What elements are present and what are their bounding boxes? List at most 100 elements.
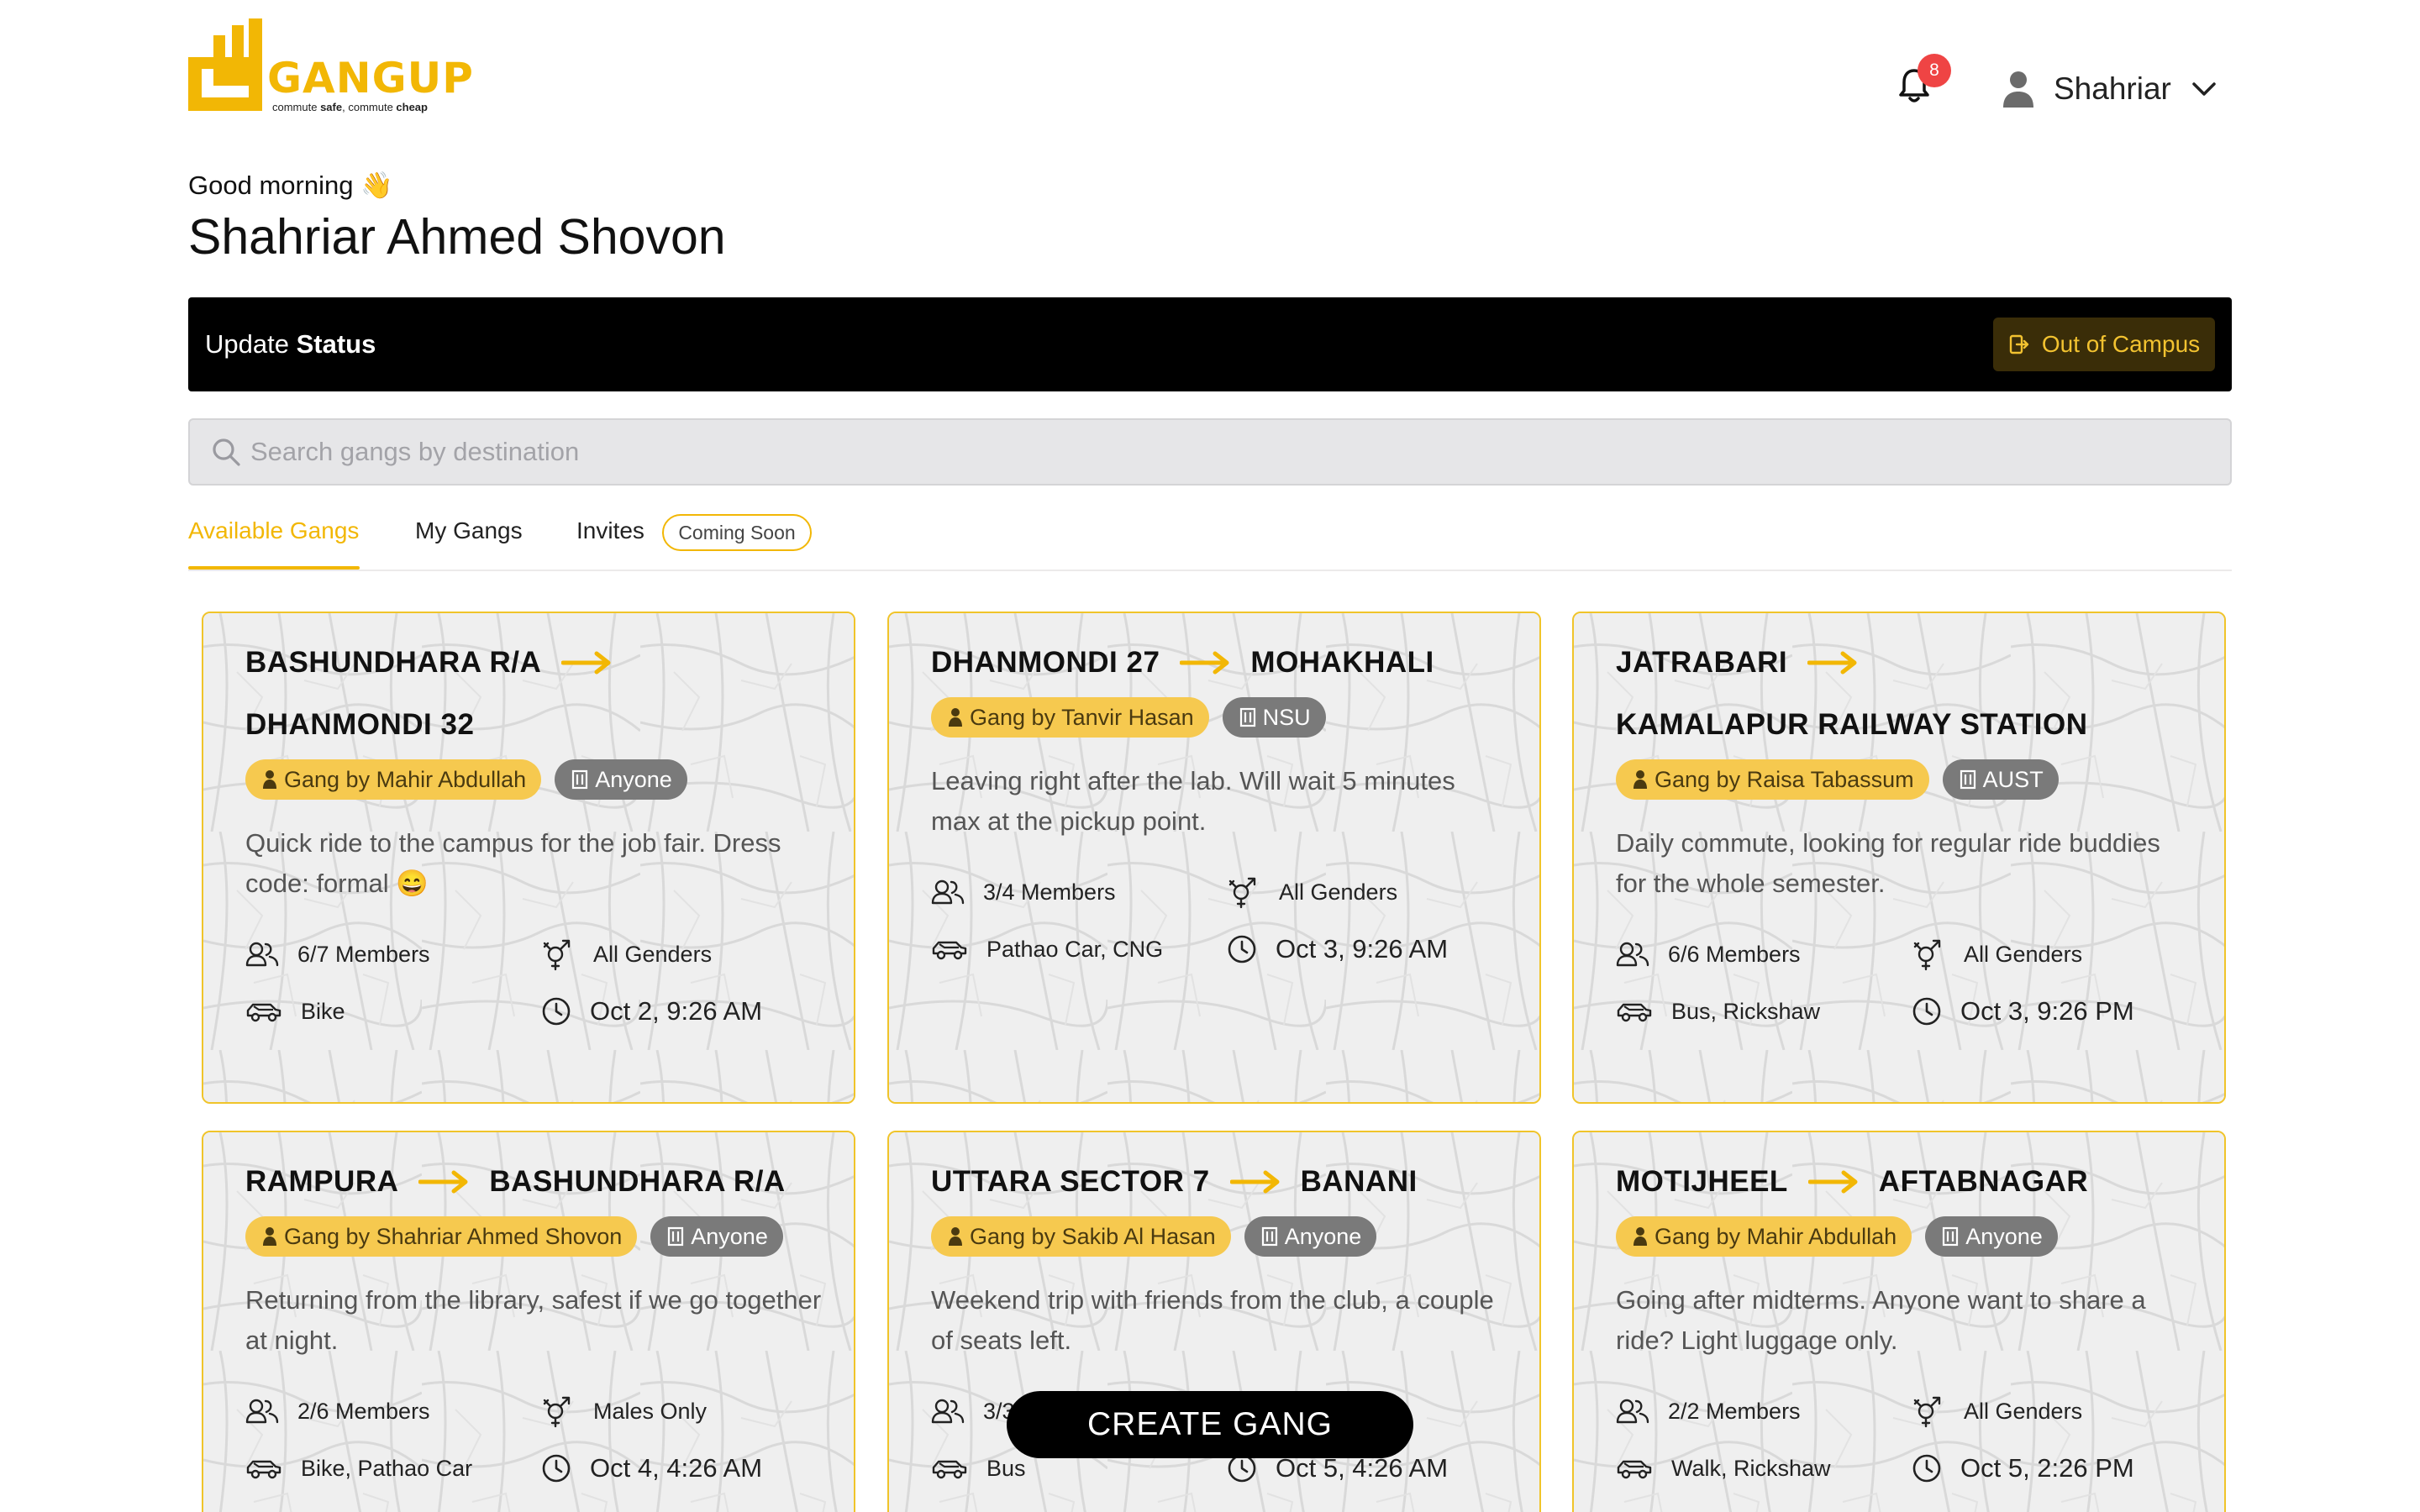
gang-card[interactable]: BASHUNDHARA R/A DHANMONDI 32 Gang by Mahir… bbox=[202, 612, 855, 1104]
owner-badge: Gang by Mahir Abdullah bbox=[245, 759, 542, 800]
members-count: 6/7 Members bbox=[245, 936, 541, 973]
coming-soon-badge: Coming Soon bbox=[662, 514, 812, 551]
route-arrow-icon bbox=[561, 651, 611, 675]
search-bar bbox=[188, 418, 2232, 486]
vehicle-types: Bike bbox=[245, 993, 541, 1030]
institution-badge: NSU bbox=[1222, 697, 1326, 738]
owner-name: Gang by Tanvir Hasan bbox=[970, 704, 1194, 730]
tab-my-gangs[interactable]: My Gangs bbox=[415, 517, 523, 544]
vehicle-icon bbox=[246, 1003, 281, 1022]
owner-name: Gang by Raisa Tabassum bbox=[1655, 766, 1914, 792]
route-arrow-icon bbox=[1807, 651, 1857, 675]
members-icon bbox=[1616, 1399, 1649, 1424]
create-gang-button[interactable]: CREATE GANG bbox=[1007, 1391, 1413, 1458]
vehicle-icon bbox=[932, 941, 967, 960]
gang-card[interactable]: JATRABARI KAMALAPUR RAILWAY STATION Gang b… bbox=[1572, 612, 2226, 1104]
gang-description: Returning from the library, safest if we… bbox=[245, 1285, 822, 1355]
search-icon bbox=[213, 438, 240, 466]
institution-icon bbox=[1960, 769, 1975, 790]
route-to: DHANMONDI 32 bbox=[245, 708, 475, 741]
gangup-logo[interactable]: GANGUP commute safe, commute cheap bbox=[188, 18, 474, 113]
route-arrow-icon bbox=[1807, 1170, 1858, 1194]
search-input[interactable] bbox=[250, 437, 2183, 467]
route-from: MOTIJHEEL bbox=[1616, 1165, 1788, 1198]
user-name: Shahriar bbox=[2054, 71, 2171, 106]
gang-description: Daily commute, looking for regular ride … bbox=[1616, 828, 2160, 898]
route-heading: JATRABARI KAMALAPUR RAILWAY STATION bbox=[1616, 632, 2182, 756]
person-icon bbox=[949, 1227, 962, 1246]
institution-icon bbox=[668, 1226, 684, 1247]
update-status-bar: Update Status Out of Campus bbox=[188, 297, 2232, 391]
departure-time: Oct 3, 9:26 PM bbox=[1912, 993, 2197, 1030]
gang-tabs: Available Gangs My Gangs Invites Coming … bbox=[188, 509, 2232, 571]
user-avatar-icon bbox=[2003, 71, 2033, 108]
logo-mark-icon bbox=[188, 18, 262, 111]
departure-time: Oct 2, 9:26 AM bbox=[541, 993, 827, 1030]
user-menu[interactable]: Shahriar bbox=[2002, 66, 2217, 113]
route-arrow-icon bbox=[1229, 1170, 1280, 1194]
route-from: JATRABARI bbox=[1616, 646, 1788, 679]
route-heading: MOTIJHEEL AFTABNAGAR bbox=[1616, 1151, 2182, 1213]
clock-icon bbox=[1912, 1454, 1941, 1483]
gender-preference: All Genders bbox=[1227, 874, 1512, 911]
route-heading: DHANMONDI 27 MOHAKHALI bbox=[931, 632, 1497, 694]
gender-preference: All Genders bbox=[1912, 936, 2197, 973]
clock-icon bbox=[1228, 935, 1256, 963]
gender-preference: All Genders bbox=[1912, 1393, 2197, 1430]
person-icon bbox=[949, 708, 962, 727]
clock-icon bbox=[1912, 997, 1941, 1026]
route-to: MOHAKHALI bbox=[1250, 646, 1434, 679]
gang-card[interactable]: DHANMONDI 27 MOHAKHALI Gang by Tanvir Hasa… bbox=[887, 612, 1541, 1104]
members-count: 3/4 Members bbox=[931, 874, 1227, 911]
route-to: KAMALAPUR RAILWAY STATION bbox=[1616, 708, 2088, 741]
gender-icon bbox=[1228, 877, 1256, 909]
logo-wordmark: GANGUP bbox=[267, 54, 474, 102]
tab-available-gangs[interactable]: Available Gangs bbox=[188, 517, 359, 544]
route-heading: BASHUNDHARA R/A DHANMONDI 32 bbox=[245, 632, 812, 756]
vehicle-icon bbox=[932, 1460, 967, 1479]
gender-preference: Males Only bbox=[541, 1393, 827, 1430]
tab-invites[interactable]: Invites bbox=[576, 517, 644, 544]
members-icon bbox=[245, 1399, 279, 1424]
members-icon bbox=[931, 1399, 965, 1424]
gang-card[interactable]: RAMPURA BASHUNDHARA R/A Gang by Shahriar A… bbox=[202, 1131, 855, 1512]
vehicle-types: Walk, Rickshaw bbox=[1616, 1450, 1912, 1487]
route-to: BANANI bbox=[1300, 1165, 1418, 1198]
gender-preference: All Genders bbox=[541, 936, 827, 973]
institution-icon bbox=[572, 769, 588, 790]
exit-icon bbox=[2009, 334, 2029, 354]
institution-name: NSU bbox=[1262, 704, 1311, 730]
gang-card[interactable]: MOTIJHEEL AFTABNAGAR Gang by Mahir Abdulla… bbox=[1572, 1131, 2226, 1512]
notification-count-badge: 8 bbox=[1918, 54, 1951, 87]
vehicle-types: Bike, Pathao Car bbox=[245, 1450, 541, 1487]
person-icon bbox=[1634, 770, 1647, 789]
institution-badge: Anyone bbox=[555, 759, 687, 800]
institution-name: Anyone bbox=[1965, 1223, 2043, 1249]
owner-name: Gang by Mahir Abdullah bbox=[1655, 1223, 1897, 1249]
clock-icon bbox=[542, 997, 571, 1026]
gang-description: Leaving right after the lab. Will wait 5… bbox=[931, 766, 1455, 836]
vehicle-icon bbox=[1617, 1003, 1652, 1022]
owner-badge: Gang by Mahir Abdullah bbox=[1616, 1216, 1912, 1257]
route-from: BASHUNDHARA R/A bbox=[245, 646, 542, 679]
greeting-text: Good morning 👋 bbox=[188, 171, 393, 200]
owner-badge: Gang by Sakib Al Hasan bbox=[931, 1216, 1231, 1257]
institution-icon bbox=[1943, 1226, 1959, 1247]
gender-icon bbox=[1913, 1396, 1941, 1428]
members-count: 2/2 Members bbox=[1616, 1393, 1912, 1430]
gang-description: Quick ride to the campus for the job fai… bbox=[245, 828, 781, 898]
departure-time: Oct 3, 9:26 AM bbox=[1227, 931, 1512, 968]
gender-icon bbox=[543, 1396, 571, 1428]
out-of-campus-label: Out of Campus bbox=[2041, 331, 2201, 357]
out-of-campus-button[interactable]: Out of Campus bbox=[1993, 318, 2215, 371]
route-from: RAMPURA bbox=[245, 1165, 399, 1198]
departure-time: Oct 4, 4:26 AM bbox=[541, 1450, 827, 1487]
departure-time: Oct 5, 2:26 PM bbox=[1912, 1450, 2197, 1487]
gang-description: Going after midterms. Anyone want to sha… bbox=[1616, 1285, 2146, 1355]
institution-icon bbox=[1239, 707, 1255, 727]
members-icon bbox=[1616, 942, 1649, 967]
route-from: DHANMONDI 27 bbox=[931, 646, 1160, 679]
institution-badge: Anyone bbox=[650, 1216, 783, 1257]
vehicle-icon bbox=[1617, 1460, 1652, 1479]
institution-icon bbox=[1261, 1226, 1277, 1247]
